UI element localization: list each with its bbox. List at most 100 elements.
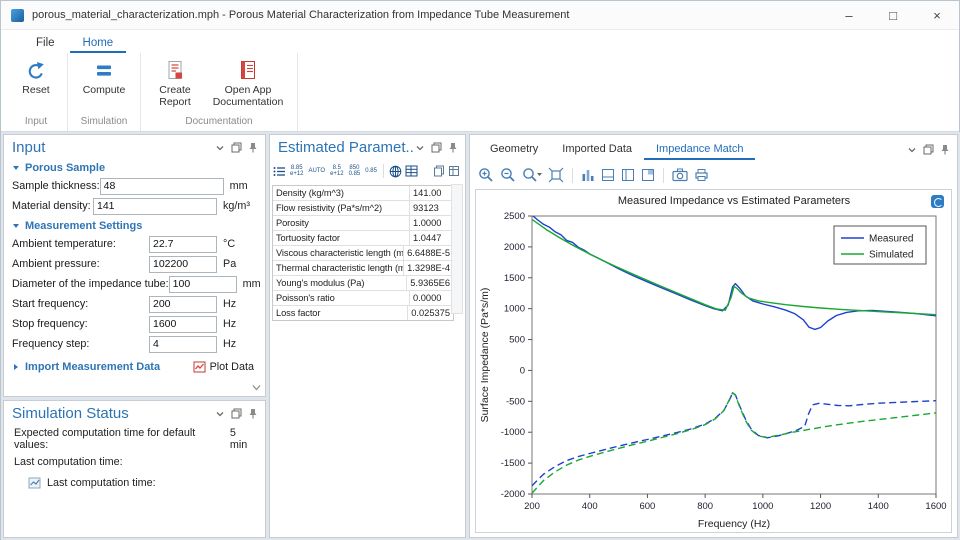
tube-diameter-input[interactable]: [168, 275, 237, 293]
ambient-pressure-input[interactable]: [149, 255, 217, 273]
format-decimal-icon[interactable]: 850 0.85: [348, 165, 362, 178]
compute-icon: [94, 59, 114, 81]
table-row[interactable]: Young's modulus (Pa) 5.9365E6: [273, 276, 453, 291]
param-value[interactable]: 5.9365E6: [407, 278, 453, 288]
axis-limits-icon[interactable]: [601, 168, 615, 182]
svg-text:1600: 1600: [925, 501, 946, 512]
float-window-icon[interactable]: [431, 142, 442, 153]
param-value[interactable]: 1.3298E-4: [404, 263, 453, 273]
zoom-in-icon[interactable]: [478, 167, 494, 183]
plot-settings-icon[interactable]: [641, 168, 655, 182]
section-porous-sample[interactable]: Porous Sample: [4, 158, 265, 176]
table-row[interactable]: Density (kg/m^3) 141.00: [273, 186, 453, 201]
stop-frequency-input[interactable]: [149, 315, 217, 333]
maximize-button[interactable]: □: [871, 1, 915, 29]
param-value[interactable]: 1.0447: [410, 233, 453, 243]
zoom-extents-icon[interactable]: [548, 167, 564, 183]
close-button[interactable]: ×: [915, 1, 959, 29]
sample-thickness-input[interactable]: [99, 177, 224, 195]
table-row[interactable]: Poisson's ratio 0.0000: [273, 291, 453, 306]
table-row[interactable]: Porosity 1.0000: [273, 216, 453, 231]
compute-button[interactable]: Compute: [77, 59, 131, 96]
open-app-documentation-button[interactable]: Open App Documentation: [208, 59, 288, 108]
param-value[interactable]: 141.00: [410, 188, 453, 198]
collapse-chevron-icon[interactable]: [907, 145, 917, 155]
format-exponent-icon[interactable]: 8.85 e+12: [289, 165, 305, 178]
frequency-step-input[interactable]: [149, 335, 217, 353]
menu-file[interactable]: File: [23, 34, 68, 53]
section-porous-sample-label: Porous Sample: [25, 162, 106, 174]
menu-home[interactable]: Home: [69, 34, 127, 53]
minimize-button[interactable]: –: [827, 1, 871, 29]
zoom-box-dropdown-icon[interactable]: [522, 167, 542, 183]
camera-snapshot-icon[interactable]: [672, 168, 688, 182]
float-window-icon[interactable]: [231, 142, 242, 153]
params-toolbar: 8.85 e+12 AUTO 8.5 e+12 850 0.85 0.85: [270, 158, 465, 184]
table-view-icon[interactable]: [405, 165, 418, 177]
sample-thickness-unit: mm: [229, 180, 248, 192]
plot-bars-icon[interactable]: [581, 168, 595, 182]
collapse-chevron-icon[interactable]: [215, 409, 225, 419]
tab-impedance-match[interactable]: Impedance Match: [644, 139, 756, 160]
section-expand-icon: [14, 364, 18, 370]
start-frequency-input[interactable]: [149, 295, 217, 313]
float-window-icon[interactable]: [231, 408, 242, 419]
collapse-chevron-icon[interactable]: [215, 143, 225, 153]
param-value[interactable]: 0.0000: [410, 293, 453, 303]
zoom-out-icon[interactable]: [500, 167, 516, 183]
export-table-icon[interactable]: [448, 165, 460, 177]
svg-text:1200: 1200: [810, 501, 831, 512]
table-row[interactable]: Tortuosity factor 1.0447: [273, 231, 453, 246]
section-import-measurement-data[interactable]: Import Measurement Data: [12, 361, 190, 373]
create-report-icon: [165, 59, 185, 81]
expected-computation-time-row: Expected computation time for default va…: [4, 424, 265, 453]
tab-geometry[interactable]: Geometry: [478, 139, 550, 160]
pin-icon[interactable]: [248, 142, 258, 153]
collapse-chevron-icon[interactable]: [415, 143, 425, 153]
axis-scale-icon[interactable]: [621, 168, 635, 182]
material-density-input[interactable]: [93, 197, 217, 215]
table-row[interactable]: Loss factor 0.025375: [273, 306, 453, 320]
float-window-icon[interactable]: [923, 144, 934, 155]
estimated-parameters-panel: Estimated Paramet... 8.85 e+12 AUTO 8.5 …: [269, 134, 466, 538]
impedance-chart[interactable]: Measured Impedance vs Estimated Paramete…: [476, 190, 950, 532]
param-value[interactable]: 0.025375: [408, 308, 453, 318]
format-scientific-icon[interactable]: 8.5 e+12: [329, 165, 345, 178]
reset-button[interactable]: Reset: [14, 59, 58, 96]
copy-table-icon[interactable]: [433, 165, 445, 177]
svg-text:1500: 1500: [504, 273, 525, 284]
plot-data-label: Plot Data: [209, 361, 254, 373]
plot-data-button[interactable]: Plot Data: [190, 360, 257, 374]
section-measurement-settings[interactable]: Measurement Settings: [4, 216, 265, 234]
table-row[interactable]: Thermal characteristic length (m) 1.3298E…: [273, 261, 453, 276]
format-auto-icon[interactable]: AUTO: [308, 168, 327, 174]
pin-icon[interactable]: [248, 408, 258, 419]
ribbon: Reset Input Compute Simulation Create Re…: [1, 53, 959, 132]
param-value[interactable]: 6.6488E-5: [404, 248, 453, 258]
graphics-panel: Geometry Imported Data Impedance Match M…: [469, 134, 958, 538]
ribbon-group-input: Reset Input: [5, 53, 68, 131]
plot-data-icon: [193, 361, 206, 373]
full-precision-icon[interactable]: [389, 165, 402, 178]
print-icon[interactable]: [694, 168, 709, 182]
pin-icon[interactable]: [448, 142, 458, 153]
param-value[interactable]: 1.0000: [410, 218, 453, 228]
table-settings-icon[interactable]: [273, 166, 286, 177]
create-report-button[interactable]: Create Report: [150, 59, 200, 108]
ambient-pressure-unit: Pa: [223, 258, 237, 270]
section-collapse-icon: [13, 224, 19, 228]
svg-text:400: 400: [582, 501, 598, 512]
chart-area: Measured Impedance vs Estimated Paramete…: [475, 189, 952, 533]
scroll-down-icon[interactable]: [252, 382, 261, 394]
comsol-logo-icon[interactable]: [931, 195, 944, 208]
pin-icon[interactable]: [940, 144, 950, 155]
last-computation-time-label: Last computation time:: [14, 456, 123, 468]
table-scrollbar[interactable]: [451, 184, 463, 314]
table-row[interactable]: Viscous characteristic length (m) 6.6488E…: [273, 246, 453, 261]
ambient-temperature-input[interactable]: [149, 235, 217, 253]
format-fixed-icon[interactable]: 0.85: [364, 168, 378, 174]
tab-imported-data[interactable]: Imported Data: [550, 139, 644, 160]
table-row[interactable]: Flow resistivity (Pa*s/m^2) 93123: [273, 201, 453, 216]
param-name: Density (kg/m^3): [273, 186, 410, 200]
param-value[interactable]: 93123: [410, 203, 453, 213]
